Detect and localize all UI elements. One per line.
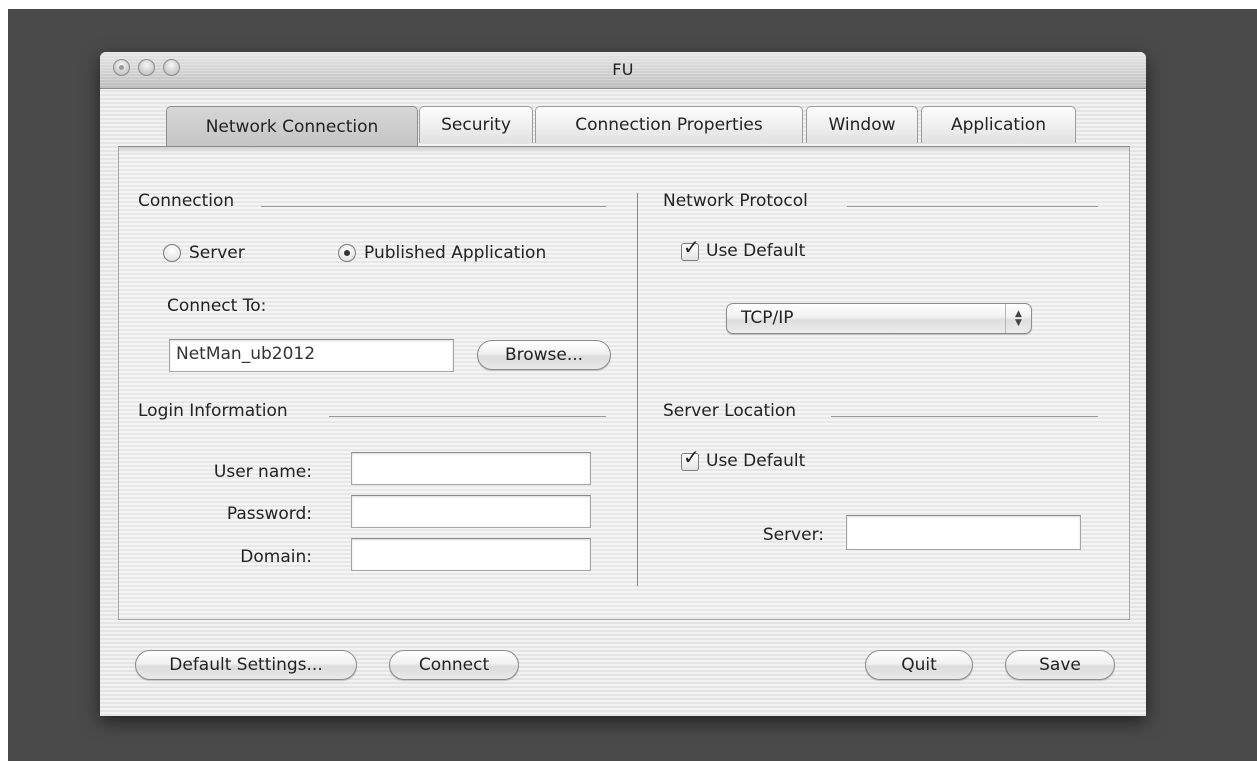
protocol-use-default-checkbox[interactable]: ✓	[681, 237, 700, 261]
tab-application[interactable]: Application	[921, 106, 1076, 143]
server-use-default-label[interactable]: Use Default	[706, 451, 805, 471]
domain-label: Domain:	[240, 547, 312, 567]
server-radio-label[interactable]: Server	[189, 243, 245, 263]
protocol-use-default-label[interactable]: Use Default	[706, 241, 805, 261]
network-protocol-group-line	[847, 206, 1098, 207]
connect-to-field[interactable]: NetMan_ub2012	[169, 339, 454, 372]
server-label: Server:	[762, 525, 824, 545]
server-location-group-line	[831, 416, 1098, 417]
login-group-title: Login Information	[138, 401, 288, 421]
server-radio[interactable]	[163, 244, 181, 262]
checkmark-icon: ✓	[683, 445, 700, 469]
username-field[interactable]	[351, 452, 591, 485]
server-field[interactable]	[846, 515, 1081, 550]
login-group-line	[329, 416, 606, 417]
protocol-popup[interactable]: TCP/IP ▲ ▼	[726, 303, 1032, 334]
connection-group-title: Connection	[138, 191, 235, 211]
domain-field[interactable]	[351, 538, 591, 571]
protocol-popup-value: TCP/IP	[741, 308, 794, 328]
column-divider	[637, 193, 638, 586]
app-window: FU Network Connection Security Connectio…	[100, 52, 1146, 716]
tab-network-connection[interactable]: Network Connection	[166, 106, 418, 146]
tab-window[interactable]: Window	[806, 106, 918, 143]
server-use-default-checkbox[interactable]: ✓	[681, 447, 700, 471]
checkmark-icon: ✓	[683, 235, 700, 259]
tab-connection-properties[interactable]: Connection Properties	[535, 106, 803, 143]
connect-button[interactable]: Connect	[389, 650, 519, 680]
network-protocol-group-title: Network Protocol	[663, 191, 808, 211]
password-label: Password:	[226, 504, 312, 524]
published-application-radio[interactable]	[338, 244, 356, 262]
default-settings-button[interactable]: Default Settings...	[135, 650, 357, 680]
published-application-radio-label[interactable]: Published Application	[364, 243, 546, 263]
password-field[interactable]	[351, 495, 591, 528]
tab-panel-network-connection: Connection Server Published Application …	[118, 146, 1130, 620]
username-label: User name:	[213, 462, 312, 482]
tab-security[interactable]: Security	[419, 106, 533, 143]
popup-arrows-icon: ▲ ▼	[1005, 304, 1031, 333]
server-location-group-title: Server Location	[663, 401, 797, 421]
browse-button[interactable]: Browse...	[477, 340, 611, 370]
window-title: FU	[612, 60, 634, 79]
title-bar[interactable]: FU	[100, 52, 1146, 89]
connect-to-label: Connect To:	[167, 296, 267, 316]
quit-button[interactable]: Quit	[865, 650, 973, 680]
save-button[interactable]: Save	[1005, 650, 1115, 680]
desktop-top-edge	[0, 0, 1257, 9]
desktop-left-edge	[0, 0, 8, 761]
connection-group-line	[261, 206, 606, 207]
